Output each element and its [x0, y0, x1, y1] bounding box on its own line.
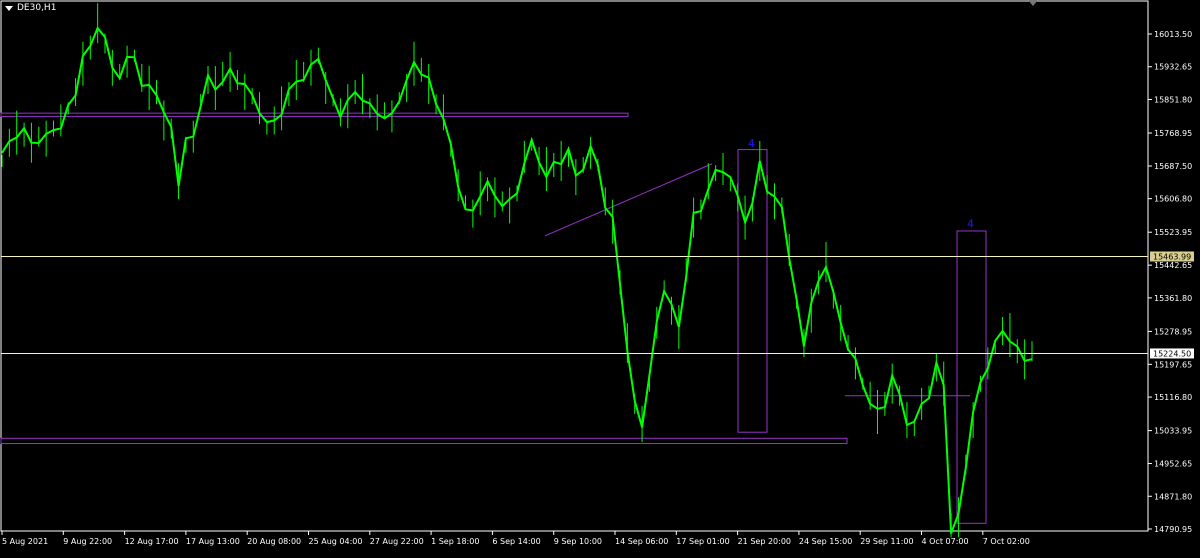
wave-marker-label: 4 — [967, 218, 974, 231]
y-tick-label: 15523.95 — [1154, 228, 1192, 237]
y-tick-label: 15606.80 — [1154, 195, 1192, 204]
wave-marker-label: 4 — [748, 137, 755, 150]
plot-frame — [0, 0, 1149, 532]
x-tick-label: 7 Oct 02:00 — [983, 537, 1030, 546]
y-tick-label: 15442.65 — [1154, 261, 1192, 270]
x-tick-label: 6 Sep 14:00 — [492, 537, 540, 546]
y-tick-label: 15768.95 — [1154, 129, 1192, 138]
chart-title-bar: DE30,H1 — [2, 3, 56, 13]
x-tick-label: 9 Aug 22:00 — [63, 537, 112, 546]
x-tick-label: 4 Oct 07:00 — [922, 537, 969, 546]
x-tick-label: 9 Sep 10:00 — [554, 537, 602, 546]
chart-canvas[interactable]: 16013.50 15932.65 15851.80 15768.95 15687.50… — [0, 0, 1200, 554]
x-tick-label: 20 Aug 08:00 — [247, 537, 301, 546]
y-tick-label: 15851.80 — [1154, 95, 1192, 104]
y-tick-label: 15197.65 — [1154, 360, 1192, 369]
range-box-1 — [737, 149, 768, 433]
chart-menu-icon[interactable] — [5, 5, 13, 11]
resistance-zone — [0, 112, 629, 117]
y-tick-label: 15932.65 — [1154, 63, 1192, 72]
symbol-label: DE30,H1 — [17, 3, 57, 13]
y-tick-label: 14790.95 — [1154, 525, 1192, 534]
trend-line — [544, 163, 713, 237]
x-tick-label: 21 Sep 20:00 — [738, 537, 791, 546]
y-tick-label: 15687.50 — [1154, 162, 1192, 171]
y-tick-label: 15361.80 — [1154, 294, 1192, 303]
chart-area[interactable]: 16013.50 15932.65 15851.80 15768.95 15687.50… — [0, 0, 1200, 554]
x-tick-label: 17 Sep 01:00 — [676, 537, 729, 546]
y-tick-label: 16013.50 — [1154, 30, 1192, 39]
y-tick-label: 15278.95 — [1154, 327, 1192, 336]
bid-price-label: 15463.99 — [1153, 252, 1191, 261]
current-price-label: 15224.50 — [1153, 349, 1191, 358]
x-tick-label: 14 Sep 06:00 — [615, 537, 668, 546]
x-tick-label: 17 Aug 13:00 — [186, 537, 240, 546]
range-box-2 — [956, 230, 987, 524]
x-tick-label: 24 Sep 15:00 — [799, 537, 852, 546]
x-tick-label: 27 Aug 22:00 — [370, 537, 424, 546]
y-tick-label: 14952.65 — [1154, 460, 1192, 469]
x-tick-label: 29 Sep 11:00 — [860, 537, 913, 546]
y-tick-label: 14871.80 — [1154, 492, 1192, 501]
y-tick-label: 15116.80 — [1154, 393, 1192, 402]
x-tick-label: 5 Aug 2021 — [2, 537, 48, 546]
support-zone — [0, 437, 848, 445]
x-tick-label: 1 Sep 18:00 — [431, 537, 479, 546]
y-tick-label: 15033.95 — [1154, 427, 1192, 436]
chart-shift-icon[interactable] — [1028, 0, 1038, 6]
x-tick-label: 12 Aug 17:00 — [125, 537, 179, 546]
x-tick-label: 25 Aug 04:00 — [309, 537, 363, 546]
